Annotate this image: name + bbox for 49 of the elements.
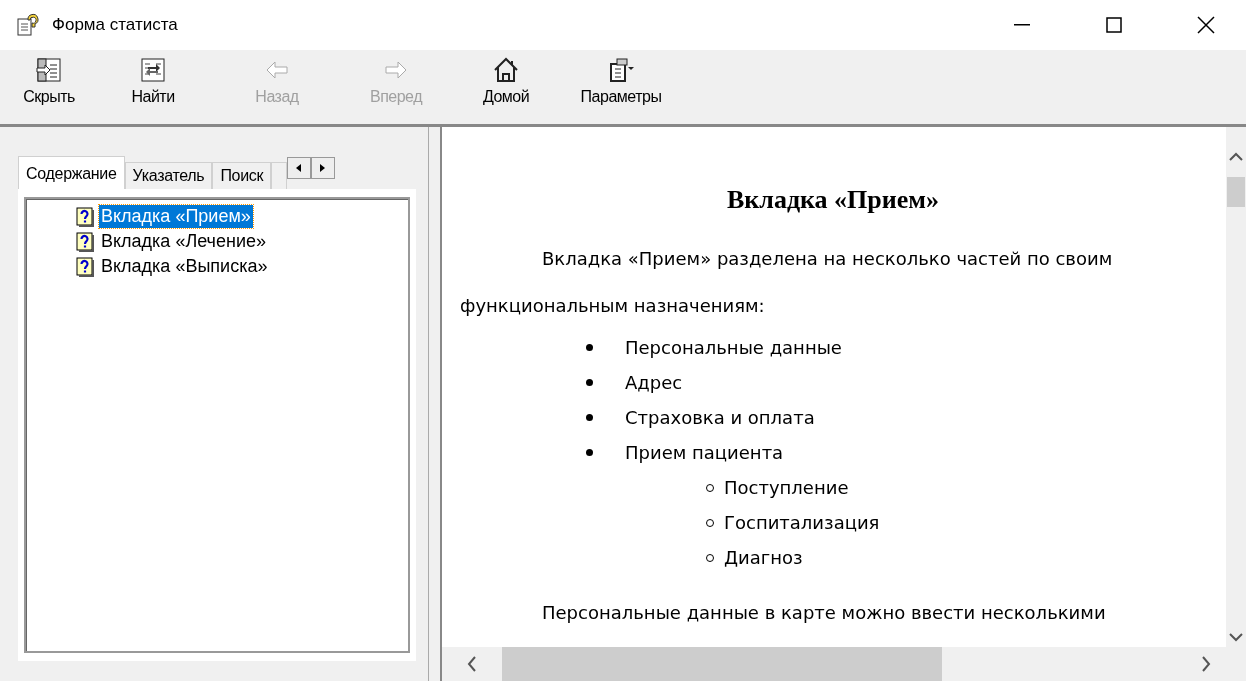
list-item: Поступление (724, 477, 849, 498)
bullet-icon (586, 344, 593, 351)
scroll-thumb[interactable] (502, 647, 942, 681)
bullet-icon (586, 414, 593, 421)
help-document-icon (16, 13, 40, 37)
chevron-left-icon (467, 656, 477, 672)
options-icon (607, 56, 635, 84)
toolbar-button[interactable]: Скрыть (10, 50, 88, 106)
tab[interactable]: Указатель (124, 162, 213, 189)
find-icon (139, 56, 167, 84)
scroll-thumb[interactable] (1227, 177, 1245, 207)
tab[interactable]: Содержание (18, 156, 125, 189)
tree-item[interactable]: Вкладка «Лечение» (76, 230, 408, 253)
help-topic-icon (76, 206, 94, 227)
scroll-left-button[interactable] (287, 157, 312, 179)
chevron-right-icon (1201, 656, 1211, 672)
help-topic-icon (76, 231, 94, 252)
maximize-icon (1106, 17, 1122, 33)
right-triangle-icon (320, 164, 327, 172)
chevron-up-icon (1229, 152, 1243, 162)
list-item: Госпитализация (724, 512, 880, 533)
home-icon (492, 56, 520, 84)
close-icon (1197, 16, 1215, 34)
hide-icon (35, 56, 63, 84)
horizontal-scrollbar[interactable] (442, 647, 1246, 681)
toolbar-button[interactable]: Найти (88, 50, 218, 106)
help-topic-icon (76, 256, 94, 277)
vertical-scrollbar[interactable] (1226, 127, 1246, 647)
bullet-icon (586, 379, 593, 386)
list-item: Персональные данные (625, 337, 842, 358)
left-triangle-icon (296, 164, 303, 172)
bullet-icon (586, 449, 593, 456)
toolbar-button[interactable]: Параметры (556, 50, 686, 106)
paragraph: Вкладка «Прием» разделена на несколько частей по своим функциональным назначениям: (460, 247, 1114, 318)
page-heading: Вкладка «Прием» (725, 185, 941, 215)
list-item: Прием пациента (625, 442, 784, 463)
window-title: Форма статиста (52, 15, 179, 35)
tab[interactable]: Поиск (212, 162, 272, 189)
list-item: Адрес (625, 372, 683, 393)
chevron-down-icon (1229, 632, 1243, 642)
scroll-right-button[interactable] (311, 157, 336, 179)
pane-splitter[interactable] (428, 127, 442, 681)
tree-item[interactable]: Вкладка «Прием» (76, 205, 408, 228)
list-item: Диагноз (724, 547, 803, 568)
tree-item[interactable]: Вкладка «Выписка» (76, 255, 408, 278)
minimize-icon (1014, 24, 1030, 26)
list-item: Страховка и оплата (625, 407, 815, 428)
paragraph: Персональные данные в карте можно ввести несколькими (542, 602, 1107, 623)
toolbar-button[interactable]: Домой (456, 50, 556, 106)
